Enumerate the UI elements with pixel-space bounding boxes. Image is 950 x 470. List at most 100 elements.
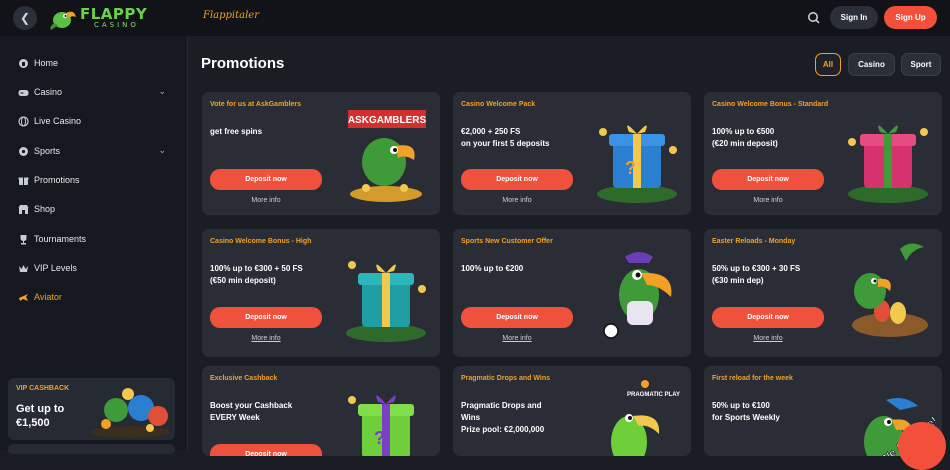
promo-title: Casino Welcome Bonus - Standard — [712, 101, 829, 108]
flappitaler-logo[interactable]: Flappitaler — [203, 10, 259, 21]
promo-description: 50% up to €100 for Sports Weekly — [712, 401, 780, 422]
pragmatic-parrot-illustration: PRAGMATIC PLAY — [611, 380, 680, 456]
home-icon — [18, 58, 29, 69]
promo-description: 100% up to €300 + 50 FS (€50 min deposit… — [210, 264, 303, 285]
sidebar-item-label: Live Casino — [34, 116, 82, 126]
football-parrot-illustration — [603, 252, 672, 339]
filter-sport[interactable]: Sport — [901, 53, 941, 76]
teal-gift-box-illustration — [346, 261, 426, 342]
sidebar-item-shop[interactable]: Shop — [0, 196, 188, 222]
more-info-link[interactable]: More info — [210, 335, 322, 342]
live-chat-button[interactable] — [898, 422, 946, 470]
deposit-now-button[interactable]: Deposit now — [461, 307, 573, 328]
shop-icon — [18, 204, 29, 215]
promo-title: Exclusive Cashback — [210, 375, 278, 382]
pink-gift-box-illustration — [848, 125, 928, 203]
sidebar-item-label: Casino — [34, 87, 63, 97]
sidebar-item-aviator[interactable]: Aviator — [0, 284, 188, 310]
svg-text:?: ? — [374, 428, 385, 448]
promo-description: Pragmatic Drops and Wins Prize pool: €2,… — [461, 401, 545, 434]
vip-cashback-banner[interactable]: VIP CASHBACK Get up to €1,500 — [8, 378, 175, 440]
sidebar-item-label: Aviator — [34, 292, 62, 302]
sidebar: Home Casino ⌄ Live Casino Sports ⌄ Promo… — [0, 36, 188, 450]
askgamblers-parrot-illustration: ASKGAMBLERS — [348, 110, 427, 202]
chevron-down-icon[interactable]: ⌄ — [158, 145, 166, 156]
deposit-now-button[interactable]: Deposit now — [210, 169, 322, 190]
sidebar-item-tournaments[interactable]: Tournaments — [0, 226, 188, 252]
promo-title: Casino Welcome Pack — [461, 101, 536, 108]
promo-card-welcome-pack: Casino Welcome Pack €2,000 + 250 FS on y… — [453, 92, 691, 215]
sidebar-item-promotions[interactable]: Promotions — [0, 167, 188, 193]
more-info-link[interactable]: More info — [461, 335, 573, 342]
promo-card-sports-new-customer: Sports New Customer Offer 100% up to €20… — [453, 229, 691, 357]
promo-card-askgamblers: Vote for us at AskGamblers get free spin… — [202, 92, 440, 215]
promo-title: Pragmatic Drops and Wins — [461, 375, 551, 382]
sidebar-item-label: Shop — [34, 204, 56, 214]
sidebar-item-casino[interactable]: Casino ⌄ — [0, 79, 188, 105]
gamepad-icon — [18, 87, 29, 98]
promo-title: Casino Welcome Bonus - High — [210, 238, 312, 245]
crown-icon — [18, 263, 29, 274]
sidebar-item-label: Sports — [34, 146, 61, 156]
deposit-now-button[interactable]: Deposit now — [712, 169, 824, 190]
logo[interactable]: FLAPPY CASINO — [48, 3, 160, 33]
promo-card-welcome-high: Casino Welcome Bonus - High 100% up to €… — [202, 229, 440, 357]
top-bar: ❮ FLAPPY CASINO Flappitaler Sign In Sign… — [0, 0, 950, 36]
promo-description: get free spins — [210, 127, 263, 136]
search-icon[interactable] — [806, 10, 822, 26]
more-info-link[interactable]: More info — [712, 335, 824, 342]
promo-title: Vote for us at AskGamblers — [210, 101, 302, 108]
plane-icon — [18, 292, 29, 303]
promo-card-pragmatic-drops: Pragmatic Drops and Wins Pragmatic Drops… — [453, 366, 691, 456]
promo-description: 100% up to €200 — [461, 264, 524, 273]
logo-sub-text: CASINO — [94, 21, 139, 29]
filter-all[interactable]: All — [815, 53, 841, 76]
gift-icon — [18, 175, 29, 186]
trophy-icon — [18, 234, 29, 245]
deposit-now-button[interactable]: Deposit now — [210, 444, 322, 456]
promo-card-welcome-standard: Casino Welcome Bonus - Standard 100% up … — [704, 92, 942, 215]
svg-text:?: ? — [625, 158, 636, 178]
logo-main-text: FLAPPY — [80, 5, 148, 23]
promo-description: €2,000 + 250 FS on your first 5 deposits — [461, 127, 550, 148]
chevron-down-icon[interactable]: ⌄ — [158, 86, 166, 97]
deposit-now-button[interactable]: Deposit now — [712, 307, 824, 328]
sidebar-item-live-casino[interactable]: Live Casino — [0, 108, 188, 134]
easter-nest-parrot-illustration — [852, 243, 928, 337]
promo-title: First reload for the week — [712, 375, 793, 382]
sidebar-item-label: VIP Levels — [34, 263, 77, 273]
vip-banner-label: VIP CASHBACK — [16, 385, 70, 392]
deposit-now-button[interactable]: Deposit now — [461, 169, 573, 190]
page-title: Promotions — [201, 55, 285, 72]
ball-icon — [18, 146, 29, 157]
promo-description: Boost your Cashback EVERY Week — [210, 401, 293, 422]
askgamblers-logo-text: ASKGAMBLERS — [348, 115, 427, 126]
promo-card-easter-reloads: Easter Reloads - Monday 50% up to €300 +… — [704, 229, 942, 357]
sidebar-item-vip-levels[interactable]: VIP Levels — [0, 255, 188, 281]
promo-description: 100% up to €500 (€20 min deposit) — [712, 127, 778, 148]
more-info-link[interactable]: More info — [210, 197, 322, 204]
green-gift-box-illustration: ? — [348, 395, 414, 456]
sidebar-item-home[interactable]: Home — [0, 50, 188, 76]
sidebar-bottom-control[interactable] — [8, 444, 175, 454]
vip-parrots-illustration — [90, 388, 170, 438]
sidebar-item-label: Home — [34, 58, 59, 68]
vip-banner-text: Get up to €1,500 — [16, 403, 65, 429]
sign-up-button[interactable]: Sign Up — [884, 6, 937, 29]
deposit-now-button[interactable]: Deposit now — [210, 307, 322, 328]
promo-title: Easter Reloads - Monday — [712, 238, 796, 245]
more-info-link[interactable]: More info — [712, 197, 824, 204]
sidebar-item-label: Promotions — [34, 175, 80, 185]
sidebar-item-sports[interactable]: Sports ⌄ — [0, 138, 188, 164]
promo-description: 50% up to €300 + 30 FS (€30 min dep) — [712, 264, 801, 285]
sidebar-item-label: Tournaments — [34, 234, 87, 244]
more-info-link[interactable]: More info — [461, 197, 573, 204]
promo-card-exclusive-cashback: Exclusive Cashback Boost your Cashback E… — [202, 366, 440, 456]
sign-in-button[interactable]: Sign In — [830, 6, 878, 29]
filter-casino[interactable]: Casino — [848, 53, 895, 76]
back-button[interactable]: ❮ — [13, 6, 37, 30]
globe-icon — [18, 115, 29, 127]
parrot-logo-icon — [50, 11, 76, 30]
chevron-left-icon: ❮ — [19, 11, 31, 25]
promo-title: Sports New Customer Offer — [461, 238, 553, 245]
